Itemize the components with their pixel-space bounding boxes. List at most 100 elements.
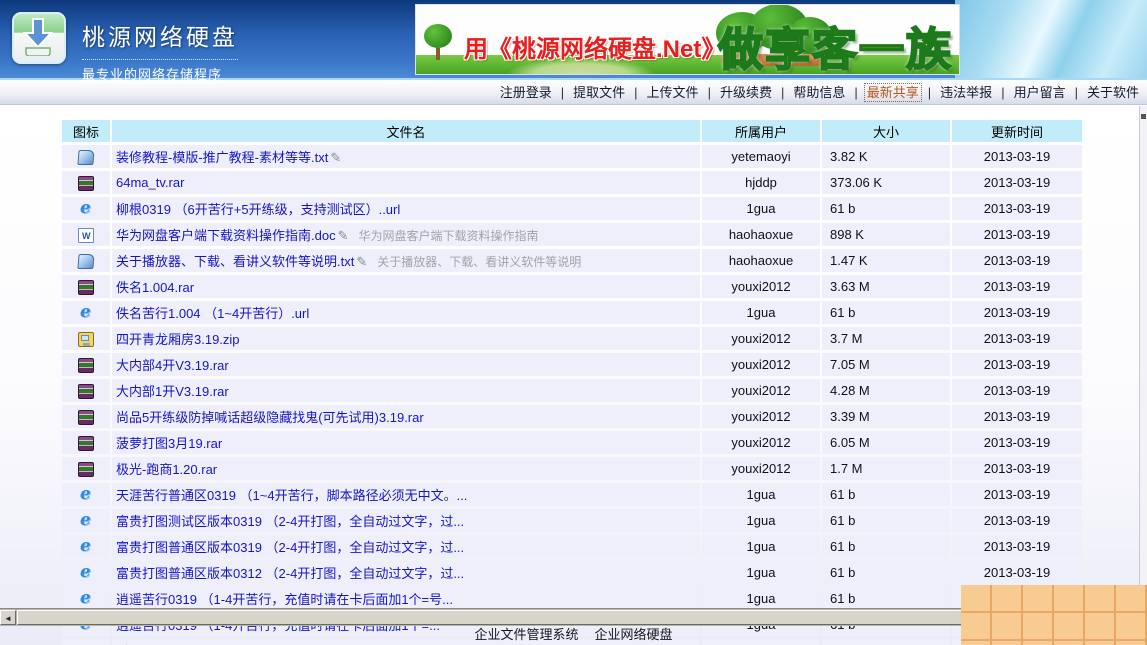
nav-item-register-login[interactable]: 注册登录 xyxy=(498,84,554,101)
owner-user: yetemaoyi xyxy=(702,145,820,168)
header: 桃源网络硬盘 最专业的网络存储程序 用《桃源网络硬盘.Net》 做享客一族 xyxy=(0,0,1147,83)
file-size: 3.39 M xyxy=(822,405,950,428)
nav-item-report-abuse[interactable]: 违法举报 xyxy=(938,84,994,101)
owner-user: 1gua xyxy=(702,587,820,610)
update-date: 2013-03-19 xyxy=(952,561,1082,584)
table-row: 四开青龙厢房3.19.zip youxi2012 3.7 M 2013-03-1… xyxy=(62,327,1082,350)
banner-slogan-big: 做享客一族 xyxy=(717,23,953,75)
owner-user: youxi2012 xyxy=(702,275,820,298)
download-disk-icon xyxy=(12,12,66,64)
update-date: 2013-03-19 xyxy=(952,223,1082,246)
table-row: 64ma_tv.rar hjddp 373.06 K 2013-03-19 xyxy=(62,171,1082,194)
page: 桃源网络硬盘 最专业的网络存储程序 用《桃源网络硬盘.Net》 做享客一族 注册… xyxy=(0,0,1147,645)
owner-user: youxi2012 xyxy=(702,431,820,454)
nav-item-help-info[interactable]: 帮助信息 xyxy=(791,84,847,101)
ad-banner[interactable]: 用《桃源网络硬盘.Net》 做享客一族 xyxy=(415,4,960,75)
ie-link-icon xyxy=(78,510,94,530)
update-date: 2013-03-19 xyxy=(952,197,1082,220)
owner-user: youxi2012 xyxy=(702,327,820,350)
nav-item-user-message[interactable]: 用户留言 xyxy=(1012,84,1068,101)
file-link[interactable]: 逍遥苦行0319 （1-4开苦行，充值时请在卡后面加1个=号... xyxy=(116,592,453,607)
file-size: 898 K xyxy=(822,223,950,246)
file-link[interactable]: 柳根0319 （6开苦行+5开练级，支持测试区）..url xyxy=(116,202,400,217)
file-link[interactable]: 关于播放器、下载、看讲义软件等说明.txt xyxy=(116,254,354,269)
file-size: 61 b xyxy=(822,587,950,610)
file-link[interactable]: 天涯苦行普通区0319 （1~4开苦行，脚本路径必须无中文。... xyxy=(116,488,467,503)
file-size: 61 b xyxy=(822,561,950,584)
owner-user: haohaoxue xyxy=(702,223,820,246)
file-size: 3.7 M xyxy=(822,327,950,350)
banner-slogan-red: 用《桃源网络硬盘.Net》 xyxy=(464,36,726,63)
table-row: 关于播放器、下载、看讲义软件等说明.txt 关于播放器、下载、看讲义软件等说明 h… xyxy=(62,249,1082,272)
owner-user: youxi2012 xyxy=(702,379,820,402)
file-link[interactable]: 佚名1.004.rar xyxy=(116,280,194,295)
edit-pencil-icon[interactable] xyxy=(338,228,349,244)
owner-user: 1gua xyxy=(702,483,820,506)
nav-item-latest-share[interactable]: 最新共享 xyxy=(863,83,922,102)
ie-link-icon xyxy=(78,536,94,556)
owner-user: 1gua xyxy=(702,197,820,220)
nav-item-pick-file[interactable]: 提取文件 xyxy=(571,84,627,101)
owner-user: 1gua xyxy=(702,561,820,584)
rar-file-icon xyxy=(78,435,94,451)
ie-link-icon xyxy=(78,484,94,504)
vertical-scrollbar-thumb[interactable] xyxy=(1141,114,1146,119)
edit-pencil-icon[interactable] xyxy=(330,150,341,166)
footer-link-network-disk[interactable]: 企业网络硬盘 xyxy=(595,627,673,642)
update-date: 2013-03-19 xyxy=(952,405,1082,428)
file-link[interactable]: 大内部4开V3.19.rar xyxy=(116,358,229,373)
content-area: 图标 文件名 所属用户 大小 更新时间 装修教程-模版-推广教程-素材等等.tx… xyxy=(0,106,1147,645)
file-size: 61 b xyxy=(822,535,950,558)
file-link[interactable]: 尚品5开练级防掉喊话超级隐藏找鬼(可先试用)3.19.rar xyxy=(116,410,424,425)
table-header-row: 图标 文件名 所属用户 大小 更新时间 xyxy=(62,120,1082,142)
table-row: 柳根0319 （6开苦行+5开练级，支持测试区）..url 1gua 61 b … xyxy=(62,197,1082,220)
file-link[interactable]: 四开青龙厢房3.19.zip xyxy=(116,332,240,347)
owner-user: hjddp xyxy=(702,171,820,194)
footer-link-file-system[interactable]: 企业文件管理系统 xyxy=(474,627,578,642)
file-link[interactable]: 64ma_tv.rar xyxy=(116,175,184,190)
nav-separator: | xyxy=(560,85,565,100)
file-link[interactable]: 富贵打图测试区版本0319 （2-4开打图，全自动过文字，过... xyxy=(116,514,464,529)
word-file-icon xyxy=(78,227,94,243)
file-link[interactable]: 华为网盘客户端下载资料操作指南.doc xyxy=(116,228,336,243)
edit-pencil-icon[interactable] xyxy=(356,254,367,270)
update-date: 2013-03-19 xyxy=(952,535,1082,558)
nav-separator: | xyxy=(634,85,638,100)
file-link[interactable]: 装修教程-模版-推广教程-素材等等.txt xyxy=(116,150,328,165)
table-row: 大内部1开V3.19.rar youxi2012 4.28 M 2013-03-… xyxy=(62,379,1082,402)
orange-overlay-popup xyxy=(961,585,1147,645)
vertical-scrollbar[interactable] xyxy=(1139,106,1147,608)
nav-item-upgrade-renew[interactable]: 升级续费 xyxy=(718,84,774,101)
file-size: 61 b xyxy=(822,483,950,506)
table-row: 菠萝打图3月19.rar youxi2012 6.05 M 2013-03-19 xyxy=(62,431,1082,454)
nav-item-about-software[interactable]: 关于软件 xyxy=(1085,84,1141,101)
app-titles: 桃源网络硬盘 最专业的网络存储程序 xyxy=(82,12,238,83)
file-size: 1.7 M xyxy=(822,457,950,480)
rar-file-icon xyxy=(78,409,94,425)
owner-user: haohaoxue xyxy=(702,249,820,272)
zip-file-icon xyxy=(78,331,94,347)
update-date: 2013-03-19 xyxy=(952,457,1082,480)
update-date: 2013-03-19 xyxy=(952,275,1082,298)
file-size: 1.47 K xyxy=(822,249,950,272)
file-link[interactable]: 佚名苦行1.004 （1~4开苦行）.url xyxy=(116,306,309,321)
col-header-date: 更新时间 xyxy=(952,120,1082,142)
file-note: 关于播放器、下载、看讲义软件等说明 xyxy=(377,255,582,269)
nav-separator: | xyxy=(1001,85,1005,100)
file-size: 3.82 K xyxy=(822,145,950,168)
file-size: 7.05 M xyxy=(822,353,950,376)
file-size: 61 b xyxy=(822,301,950,324)
file-size: 6.05 M xyxy=(822,431,950,454)
nav-item-upload-file[interactable]: 上传文件 xyxy=(645,84,701,101)
scroll-left-arrow-icon[interactable]: ◄ xyxy=(0,610,16,625)
file-link[interactable]: 极光-跑商1.20.rar xyxy=(116,462,217,477)
rar-file-icon xyxy=(78,357,94,373)
file-link[interactable]: 富贵打图普通区版本0312 （2-4开打图，全自动过文字，过... xyxy=(116,566,464,581)
update-date: 2013-03-19 xyxy=(952,171,1082,194)
file-link[interactable]: 大内部1开V3.19.rar xyxy=(116,384,229,399)
ie-link-icon xyxy=(78,562,94,582)
text-file-icon xyxy=(77,149,95,165)
table-row: 佚名1.004.rar youxi2012 3.63 M 2013-03-19 xyxy=(62,275,1082,298)
file-link[interactable]: 菠萝打图3月19.rar xyxy=(116,436,222,451)
file-link[interactable]: 富贵打图普通区版本0319 （2-4开打图，全自动过文字，过... xyxy=(116,540,464,555)
